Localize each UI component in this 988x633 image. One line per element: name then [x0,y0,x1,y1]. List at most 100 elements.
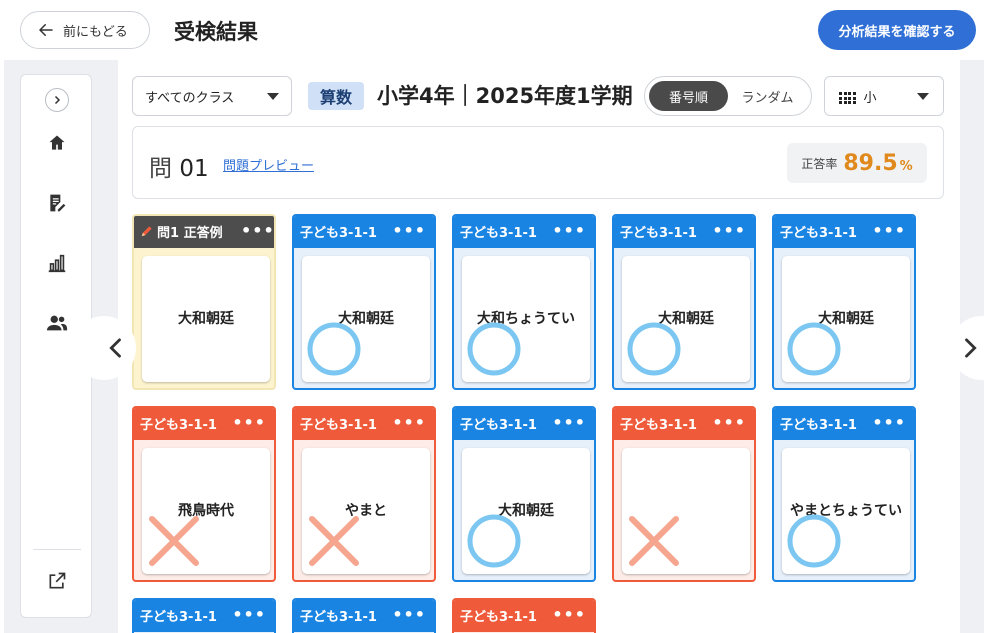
answer-key-card[interactable]: 問1 正答例 ••• 大和朝廷 [132,214,276,390]
question-preview-link[interactable]: 問題プレビュー [223,155,314,174]
test-title: 小学4年｜2025年度1学期 [377,84,633,108]
more-dots-icon[interactable]: ••• [552,223,586,239]
card-size-select[interactable]: 小 [824,76,944,116]
question-number: 問 01 [149,149,209,183]
card-header-label: 子ども3-1-1 [460,225,537,241]
more-dots-icon[interactable]: ••• [712,415,746,431]
more-dots-icon[interactable]: ••• [552,607,586,623]
page-title: 受検結果 [174,20,258,44]
card-header: 子ども3-1-1 ••• [454,216,594,248]
card-header-label: 子ども3-1-1 [460,609,537,625]
class-select[interactable]: すべてのクラス [132,76,292,116]
student-answer-card[interactable]: 子ども3-1-1 ••• [452,598,596,633]
order-option-random[interactable]: ランダム [728,81,807,111]
more-dots-icon[interactable]: ••• [232,607,266,623]
card-header-label: 子ども3-1-1 [140,609,217,625]
student-answer-card[interactable]: 子ども3-1-1 ••• やまと [292,406,436,582]
more-dots-icon[interactable]: ••• [392,223,426,239]
back-button-label: 前にもどる [63,24,128,40]
class-select-value: すべてのクラス [145,90,235,106]
view-analysis-button[interactable]: 分析結果を確認する [818,10,976,50]
order-option-number[interactable]: 番号順 [649,81,728,111]
card-header-label: 子ども3-1-1 [300,417,377,433]
card-header-label: 子ども3-1-1 [460,417,537,433]
app-header: 前にもどる 受検結果 分析結果を確認する [0,0,988,60]
student-answer-card[interactable]: 子ども3-1-1 ••• 大和朝廷 [612,214,756,390]
student-answer-card[interactable]: 子ども3-1-1 ••• 大和朝廷 [452,406,596,582]
card-header: 子ども3-1-1 ••• [454,408,594,440]
cross-mark-icon [309,516,359,566]
correct-rate-unit: % [899,158,913,174]
card-header: 子ども3-1-1 ••• [614,216,754,248]
order-toggle: 番号順 ランダム [644,76,812,116]
student-answer-card[interactable]: 子ども3-1-1 ••• 飛鳥時代 [132,406,276,582]
more-dots-icon[interactable]: ••• [232,415,266,431]
more-dots-icon[interactable]: ••• [872,415,906,431]
card-header: 子ども3-1-1 ••• [454,600,594,632]
student-answer-card[interactable]: 子ども3-1-1 ••• [612,406,756,582]
more-dots-icon[interactable]: ••• [241,223,274,239]
cross-mark-icon [149,516,199,566]
correct-rate-value: 89.5 [843,150,898,176]
correct-rate-box: 正答率 89.5 % [787,143,927,183]
card-header: 子ども3-1-1 ••• [774,216,914,248]
more-dots-icon[interactable]: ••• [392,607,426,623]
student-answer-card[interactable]: 子ども3-1-1 ••• やまとちょうてい [772,406,916,582]
external-link-icon [49,572,66,589]
sidebar-toggle[interactable] [45,88,69,112]
circle-mark-icon [787,514,841,568]
sidebar-item-users[interactable] [45,311,69,335]
card-header: 子ども3-1-1 ••• [134,600,274,632]
card-header: 子ども3-1-1 ••• [614,408,754,440]
circle-mark-icon [467,322,521,376]
sidebar-item-edit[interactable] [45,191,69,215]
cross-mark-icon [629,516,679,566]
chevron-left-icon [109,338,121,358]
back-button[interactable]: 前にもどる [20,11,150,49]
card-header: 子ども3-1-1 ••• [294,600,434,632]
size-select-value: 小 [863,90,877,106]
circle-mark-icon [627,322,681,376]
caret-down-icon [917,92,929,100]
student-answer-card[interactable]: 子ども3-1-1 ••• [132,598,276,633]
correct-rate-label: 正答率 [801,156,838,171]
card-header-title: 問1 正答例 [140,222,241,241]
card-header-label: 子ども3-1-1 [620,417,697,433]
sidebar-item-home[interactable] [45,131,69,155]
sidebar-item-analytics[interactable] [45,251,69,275]
more-dots-icon[interactable]: ••• [552,415,586,431]
circle-mark-icon [307,322,361,376]
card-header-label: 子ども3-1-1 [300,225,377,241]
more-dots-icon[interactable]: ••• [872,223,906,239]
card-header: 子ども3-1-1 ••• [134,408,274,440]
sidebar-divider [33,549,81,550]
size-select-group: 小 [839,87,877,106]
arrow-left-icon [39,24,53,36]
bar-chart-icon [48,254,66,273]
edit-document-icon [50,194,66,212]
answer-text: 大和朝廷 [142,256,270,382]
chevron-right-icon [965,338,977,358]
caret-down-icon [267,92,279,100]
question-prefix: 問 [149,156,172,182]
student-answer-card[interactable]: 子ども3-1-1 ••• 大和朝廷 [292,214,436,390]
student-answer-card[interactable]: 子ども3-1-1 ••• 大和ちょうてい [452,214,596,390]
pencil-icon [141,226,152,237]
card-header: 子ども3-1-1 ••• [294,408,434,440]
student-answer-card[interactable]: 子ども3-1-1 ••• 大和朝廷 [772,214,916,390]
prev-page-button[interactable] [72,316,136,380]
sidebar-item-external[interactable] [45,569,69,593]
card-header: 子ども3-1-1 ••• [774,408,914,440]
more-dots-icon[interactable]: ••• [712,223,746,239]
card-header-label: 子ども3-1-1 [780,417,857,433]
card-header-text: 問1 正答例 [157,225,223,241]
grid-icon [839,92,856,104]
student-answer-card[interactable]: 子ども3-1-1 ••• [292,598,436,633]
question-number-value: 01 [179,156,209,182]
people-icon [46,315,68,331]
subject-badge: 算数 [308,82,365,110]
card-header-label: 子ども3-1-1 [620,225,697,241]
more-dots-icon[interactable]: ••• [392,415,426,431]
question-panel: 問 01 問題プレビュー 正答率 89.5 % [132,126,944,199]
circle-mark-icon [787,322,841,376]
